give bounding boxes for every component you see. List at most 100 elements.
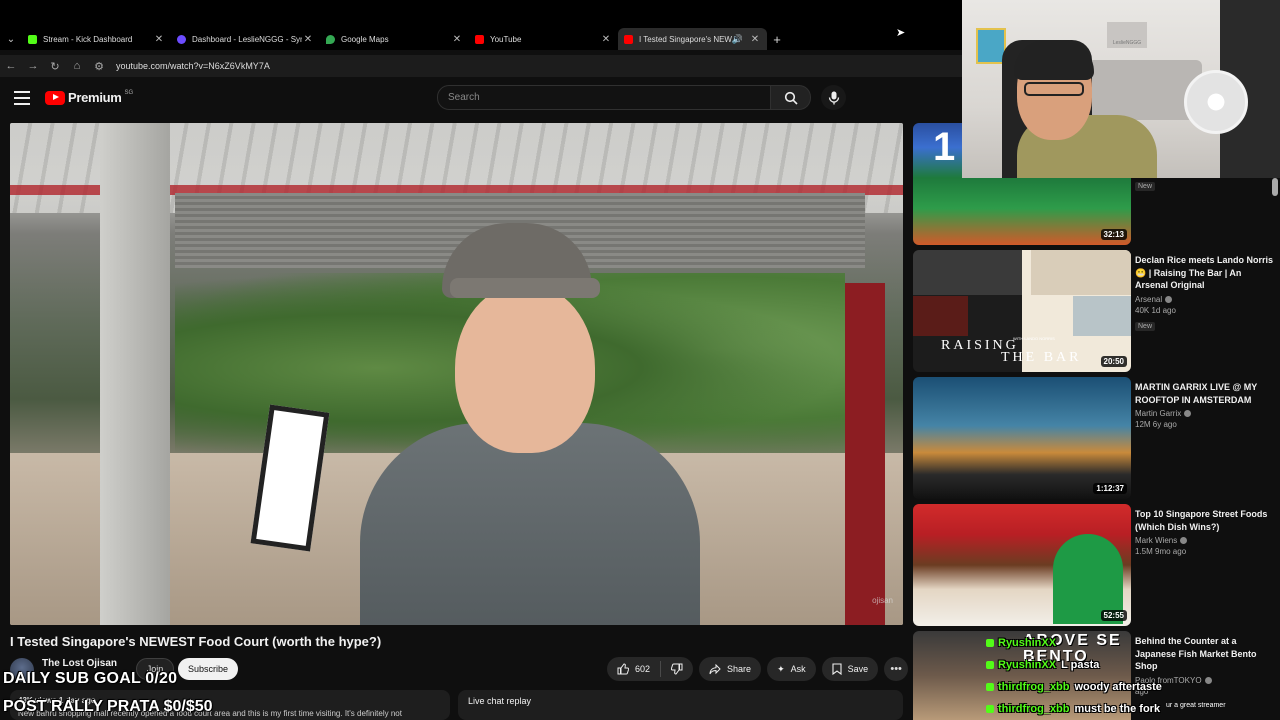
tab-search-chevron-icon[interactable]: ⌄ <box>0 34 22 45</box>
thumbnail-text: 1 <box>933 125 956 169</box>
recommendation-title[interactable]: Declan Rice meets Lando Norris 😬 | Raisi… <box>1135 254 1275 292</box>
chat-badge-icon <box>986 661 994 669</box>
chat-username: thirdfrog_xbb <box>998 703 1070 715</box>
live-chat-replay[interactable]: Live chat replay <box>458 690 903 720</box>
tab-close-icon[interactable]: ✕ <box>749 34 761 45</box>
recommendation-item[interactable]: 52:55 Top 10 Singapore Street Foods (Whi… <box>913 504 1280 626</box>
tab-close-icon[interactable]: ✕ <box>451 34 463 45</box>
back-arrow-icon[interactable]: ← <box>0 60 22 72</box>
search-box[interactable] <box>437 85 771 110</box>
tab-google-maps[interactable]: Google Maps ✕ <box>320 28 469 50</box>
thumbs-up-icon <box>617 663 629 675</box>
video-player[interactable]: ojisan <box>10 123 903 625</box>
recommendation-meta: 40K 1d ago <box>1135 305 1176 315</box>
tab-close-icon[interactable]: ✕ <box>153 34 165 45</box>
tab-syn-dashboard[interactable]: Dashboard - LeslieNGGG - Syn ✕ <box>171 28 320 50</box>
recommendation-meta: 12M 6y ago <box>1135 420 1177 429</box>
share-label: Share <box>727 664 752 674</box>
chat-message: RyushinXX <box>986 632 1280 654</box>
tab-title: I Tested Singapore's NEWE <box>639 34 732 44</box>
save-button[interactable]: Save <box>821 657 879 681</box>
chat-badge-icon <box>986 683 994 691</box>
forward-arrow-icon[interactable]: → <box>22 60 44 72</box>
recommendation-item[interactable]: 1:12:37 MARTIN GARRIX LIVE @ MY ROOFTOP … <box>913 377 1280 499</box>
tab-strip: ⌄ Stream - Kick Dashboard ✕ Dashboard - … <box>0 28 962 50</box>
video-presenter <box>360 223 700 625</box>
menu-hamburger-icon[interactable] <box>14 91 30 105</box>
recommendation-title[interactable]: Top 10 Singapore Street Foods (Which Dis… <box>1135 508 1275 533</box>
new-badge: New <box>1135 321 1156 331</box>
youtube-play-icon <box>45 90 65 105</box>
maps-pin-icon <box>326 34 335 44</box>
microphone-icon <box>828 91 839 104</box>
chat-badge-icon <box>986 705 994 713</box>
like-dislike-group: 602 <box>607 657 694 681</box>
video-title: I Tested Singapore's NEWEST Food Court (… <box>10 634 382 649</box>
chat-text: L pasta <box>1061 659 1100 671</box>
fan-icon <box>1184 70 1248 134</box>
search-button[interactable] <box>771 85 811 110</box>
speaker-icon[interactable]: 🔊 <box>732 34 743 45</box>
ask-button[interactable]: ✦ Ask <box>767 657 816 681</box>
verified-icon <box>1180 537 1188 545</box>
recommendation-channel[interactable]: Martin Garrix <box>1135 409 1181 418</box>
youtube-favicon-icon <box>475 34 484 44</box>
recommendations-sidebar: 1 32:13 New RAISING THE BAR WITH LANDO N… <box>913 123 1280 720</box>
sidebar-scrollbar[interactable] <box>1272 178 1278 196</box>
reload-icon[interactable]: ↻ <box>44 60 66 73</box>
chat-text: woody aftertaste <box>1074 681 1162 693</box>
stream-rally-overlay: POST RALLY PRATA $0/$50 <box>3 698 213 715</box>
share-button[interactable]: Share <box>699 657 762 681</box>
tab-close-icon[interactable]: ✕ <box>600 34 612 45</box>
save-label: Save <box>847 664 869 674</box>
mouse-cursor-icon: ➤ <box>896 27 906 39</box>
thumbs-down-icon <box>671 663 683 675</box>
recommendation-channel[interactable]: Arsenal <box>1135 295 1162 304</box>
dislike-button[interactable] <box>661 663 693 675</box>
youtube-header: Premium SG <box>0 84 962 114</box>
chat-username: thirdfrog_xbb <box>998 681 1070 693</box>
tab-title: Dashboard - LeslieNGGG - Syn <box>192 34 302 44</box>
search-icon <box>784 91 798 105</box>
recommendation-channel[interactable]: Mark Wiens <box>1135 536 1177 545</box>
duration-badge: 52:55 <box>1100 610 1127 621</box>
wall-sign: LeslieNGGG <box>1107 22 1147 48</box>
share-arrow-icon <box>709 663 721 674</box>
chat-badge-icon <box>986 639 994 647</box>
like-button[interactable]: 602 <box>607 661 662 677</box>
site-info-icon[interactable]: ⚙ <box>88 60 110 73</box>
browser-toolbar: ← → ↻ ⌂ ⚙ youtube.com/watch?v=N6xZ6VkMY7… <box>0 55 962 77</box>
video-thumbnail[interactable]: 1:12:37 <box>913 377 1131 499</box>
youtube-favicon-icon <box>624 34 633 44</box>
tab-current-video[interactable]: I Tested Singapore's NEWE 🔊 ✕ <box>618 28 767 50</box>
address-bar[interactable]: youtube.com/watch?v=N6xZ6VkMY7A <box>116 61 270 71</box>
thumbnail-text: THE BAR <box>1001 350 1082 365</box>
new-tab-plus-icon[interactable]: + <box>767 32 787 47</box>
video-thumbnail[interactable]: 52:55 <box>913 504 1131 626</box>
new-badge: New <box>1135 182 1156 191</box>
tab-close-icon[interactable]: ✕ <box>302 34 314 45</box>
bookmark-icon <box>832 663 842 675</box>
chat-extra-text: ur a great streamer <box>1166 702 1226 709</box>
video-actions: 602 Share ✦ Ask Save ••• <box>607 657 909 681</box>
recommendation-title[interactable]: MARTIN GARRIX LIVE @ MY ROOFTOP IN AMSTE… <box>1135 381 1275 406</box>
video-thumbnail[interactable]: RAISING THE BAR WITH LANDO NORRIS 20:50 <box>913 250 1131 372</box>
search-input[interactable] <box>448 92 770 103</box>
like-count: 602 <box>635 664 651 674</box>
channel-name[interactable]: The Lost Ojisan <box>42 658 117 669</box>
tab-kick-dashboard[interactable]: Stream - Kick Dashboard ✕ <box>22 28 171 50</box>
tab-youtube[interactable]: YouTube ✕ <box>469 28 618 50</box>
thumbnail-small-text: WITH LANDO NORRIS <box>1013 336 1055 341</box>
recommendation-item[interactable]: RAISING THE BAR WITH LANDO NORRIS 20:50 … <box>913 250 1280 372</box>
duration-badge: 1:12:37 <box>1093 483 1127 494</box>
tab-title: YouTube <box>490 34 522 44</box>
window-top-area <box>0 0 962 28</box>
home-icon[interactable]: ⌂ <box>66 60 88 72</box>
voice-search-button[interactable] <box>821 85 846 110</box>
chat-text: must be the fork <box>1074 703 1161 715</box>
duration-badge: 32:13 <box>1100 229 1127 240</box>
more-actions-icon[interactable]: ••• <box>884 657 909 681</box>
chat-username: RyushinXX <box>998 637 1057 649</box>
youtube-premium-logo[interactable]: Premium SG <box>45 90 133 105</box>
subscribe-button[interactable]: Subscribe <box>178 658 238 680</box>
